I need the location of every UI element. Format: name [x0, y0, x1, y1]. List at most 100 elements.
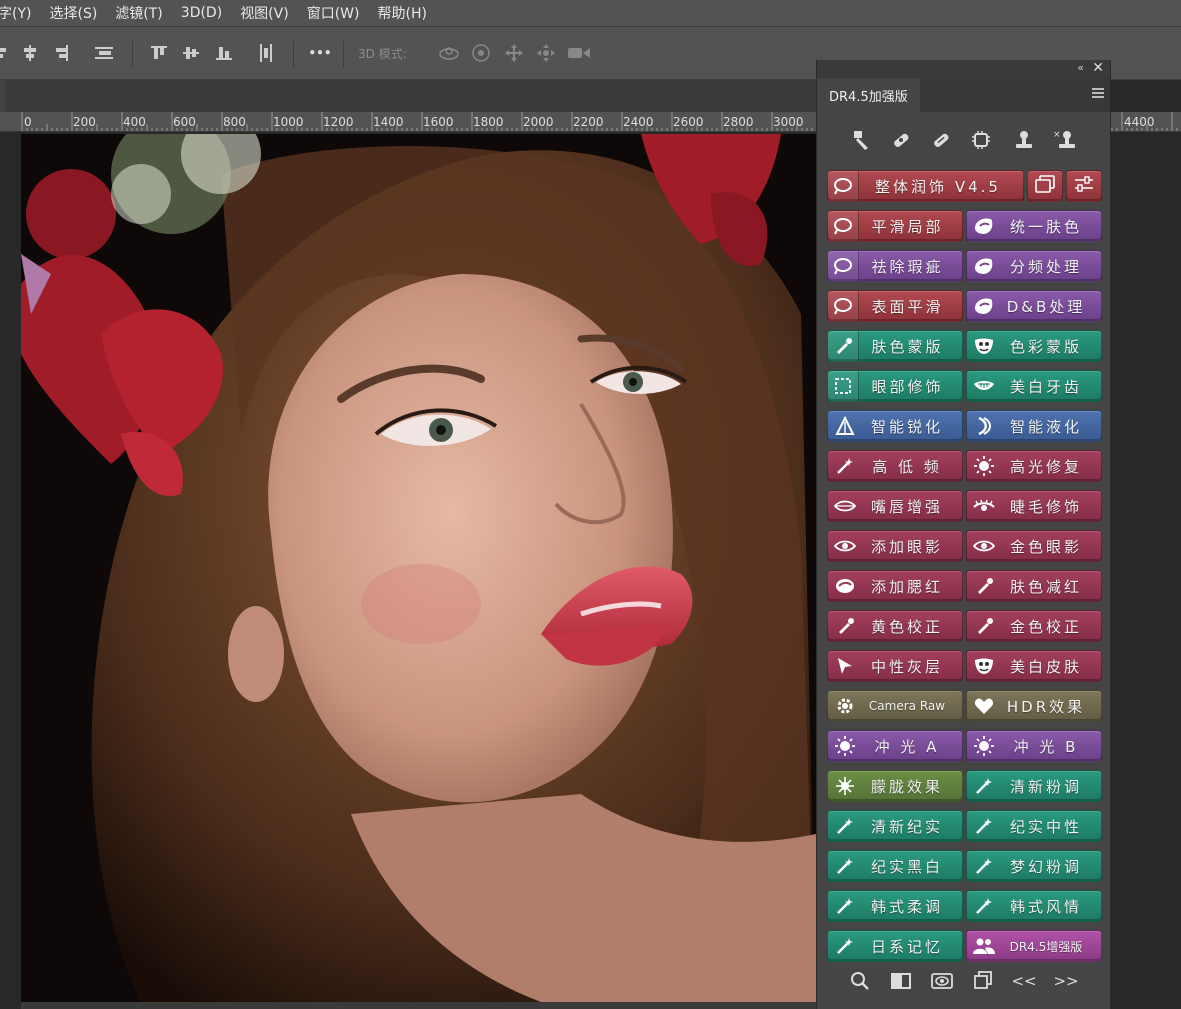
mask-icon — [971, 333, 997, 359]
menu-help[interactable]: 帮助(H) — [377, 3, 426, 23]
align-top-icon[interactable] — [150, 45, 168, 61]
retouch-button-left[interactable]: 日系记忆 — [827, 930, 963, 962]
settings-sliders-button[interactable] — [1066, 170, 1102, 202]
menu-view[interactable]: 视图(V) — [240, 3, 289, 23]
align-hcenter-icon[interactable] — [21, 45, 39, 61]
menu-3d[interactable]: 3D(D) — [181, 5, 222, 21]
compare-icon[interactable] — [890, 970, 912, 992]
retouch-button-left[interactable]: 眼部修饰 — [827, 370, 963, 402]
retouch-button-right[interactable]: D&B处理 — [966, 290, 1102, 322]
align-bottom-icon[interactable] — [215, 45, 233, 61]
retouch-button-left[interactable]: 冲 光 A — [827, 730, 963, 762]
retouch-button-right[interactable]: 统一肤色 — [966, 210, 1102, 242]
retouch-button-left[interactable]: 高 低 频 — [827, 450, 963, 482]
3d-orbit-icon[interactable] — [438, 45, 460, 61]
pattern-stamp-icon[interactable]: × — [1051, 126, 1079, 154]
retouch-button-left[interactable]: 平滑局部 — [827, 210, 963, 242]
collapse-panel-button[interactable]: « — [1077, 61, 1084, 74]
menu-window[interactable]: 窗口(W) — [307, 3, 360, 23]
lasso-icon — [828, 171, 859, 201]
retouch-button-label: 平滑局部 — [871, 217, 944, 236]
close-panel-button[interactable]: ✕ — [1092, 60, 1104, 76]
retouch-button-left[interactable]: 祛除瑕疵 — [827, 250, 963, 282]
retouch-button-left[interactable]: 中性灰层 — [827, 650, 963, 682]
patch-tool-icon[interactable] — [927, 126, 955, 154]
3d-roll-icon[interactable] — [470, 44, 492, 62]
retouch-button-right[interactable]: 美白皮肤 — [966, 650, 1102, 682]
retouch-button-right[interactable]: 纪实中性 — [966, 810, 1102, 842]
menu-filter[interactable]: 滤镜(T) — [115, 3, 162, 23]
ruler-label: 400 — [123, 115, 146, 129]
horizontal-scrollbar[interactable] — [21, 1002, 816, 1009]
retouch-button-left[interactable]: 添加腮红 — [827, 570, 963, 602]
distribute-v-icon[interactable] — [257, 44, 275, 62]
panel-bottom-toolbar: << >> — [817, 970, 1112, 994]
3d-slide-icon[interactable] — [535, 44, 557, 62]
retouch-button-right[interactable]: HDR效果 — [966, 690, 1102, 722]
document-image[interactable] — [21, 134, 816, 1002]
chip-tool-icon[interactable] — [967, 126, 995, 154]
preview-eye-icon[interactable] — [931, 970, 953, 992]
align-left-icon[interactable] — [0, 45, 12, 61]
ruler-label: 0 — [24, 115, 32, 129]
3d-mode-label: 3D 模式: — [358, 47, 407, 61]
retouch-button-label: 韩式风情 — [1009, 897, 1082, 916]
retouch-button-left[interactable]: 纪实黑白 — [827, 850, 963, 882]
retouch-button-right[interactable]: 高光修复 — [966, 450, 1102, 482]
retouch-button-left[interactable]: 朦胧效果 — [827, 770, 963, 802]
retouch-button-left[interactable]: 嘴唇增强 — [827, 490, 963, 522]
retouch-button-right[interactable]: 智能液化 — [966, 410, 1102, 442]
layers-copy-button[interactable] — [1027, 170, 1063, 202]
align-vcenter-icon[interactable] — [182, 45, 200, 61]
lasso-icon — [828, 291, 859, 321]
retouch-button-right[interactable]: 金色校正 — [966, 610, 1102, 642]
retouch-button-right[interactable]: 梦幻粉调 — [966, 850, 1102, 882]
panel-menu-icon[interactable] — [1092, 88, 1104, 98]
retouch-button-right[interactable]: 美白牙齿 — [966, 370, 1102, 402]
retouch-button-left[interactable]: 智能锐化 — [827, 410, 963, 442]
svg-text:×: × — [1053, 130, 1061, 140]
retouch-button-left[interactable]: 表面平滑 — [827, 290, 963, 322]
panel-tab-dr45[interactable]: DR4.5加强版 — [817, 78, 920, 112]
retouch-button-label: 冲 光 B — [1013, 737, 1079, 756]
retouch-button-right[interactable]: 清新粉调 — [966, 770, 1102, 802]
sun-icon — [971, 733, 997, 759]
more-options-button[interactable]: ••• — [308, 45, 332, 61]
stamp-tool-icon[interactable] — [1010, 126, 1038, 154]
retouch-button-left[interactable]: 黄色校正 — [827, 610, 963, 642]
healing-brush-icon[interactable] — [887, 126, 915, 154]
duplicate-icon[interactable] — [972, 970, 994, 992]
retouch-button-right[interactable]: 分频处理 — [966, 250, 1102, 282]
dropper-icon — [971, 613, 997, 639]
document-tab[interactable] — [0, 80, 6, 112]
align-right-icon[interactable] — [52, 45, 70, 61]
menu-select[interactable]: 选择(S) — [49, 3, 97, 23]
wand-icon — [832, 893, 858, 919]
overall-retouch-button[interactable]: 整体润饰 V4.5 — [827, 170, 1024, 202]
retouch-button-right[interactable]: 睫毛修饰 — [966, 490, 1102, 522]
retouch-button-left[interactable]: Camera Raw — [827, 690, 963, 722]
retouch-button-right[interactable]: 肤色减红 — [966, 570, 1102, 602]
retouch-button-left[interactable]: 添加眼影 — [827, 530, 963, 562]
retouch-button-label: 金色校正 — [1009, 617, 1082, 636]
retouch-button-right[interactable]: 冲 光 B — [966, 730, 1102, 762]
distribute-icon[interactable] — [95, 45, 113, 61]
retouch-button-right[interactable]: 金色眼影 — [966, 530, 1102, 562]
retouch-button-left[interactable]: 肤色蒙版 — [827, 330, 963, 362]
zoom-icon[interactable] — [849, 970, 871, 992]
retouch-button-right[interactable]: DR4.5增强版 — [966, 930, 1102, 962]
previous-page-button[interactable]: << — [1011, 970, 1036, 992]
retouch-button-label: 纪实中性 — [1009, 817, 1082, 836]
retouch-button-right[interactable]: 韩式风情 — [966, 890, 1102, 922]
retouch-button-left[interactable]: 韩式柔调 — [827, 890, 963, 922]
retouch-button-left[interactable]: 清新纪实 — [827, 810, 963, 842]
menu-type[interactable]: 字(Y) — [0, 3, 31, 23]
dropper-icon — [828, 331, 859, 361]
brush-tool-icon[interactable] — [847, 126, 875, 154]
next-page-button[interactable]: >> — [1053, 970, 1078, 992]
retouch-button-right[interactable]: 色彩蒙版 — [966, 330, 1102, 362]
separator — [293, 41, 294, 67]
3d-pan-icon[interactable] — [503, 44, 525, 62]
retouch-button-label: HDR效果 — [1006, 697, 1086, 716]
3d-camera-icon[interactable] — [567, 45, 591, 61]
